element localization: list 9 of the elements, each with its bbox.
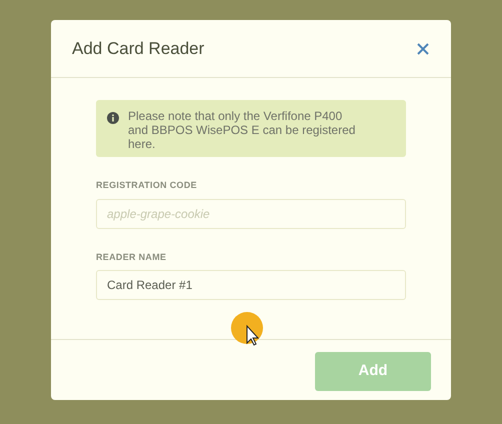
input-field[interactable]: Card Reader #1: [96, 270, 406, 300]
field-label: READER NAME: [96, 250, 168, 264]
field-label: REGISTRATION CODE: [96, 179, 198, 192]
dialog-title: Add Card Reader: [72, 38, 204, 60]
input-field[interactable]: apple-grape-cookie: [96, 198, 406, 228]
close-icon[interactable]: [416, 42, 430, 56]
cursor-icon: [231, 312, 263, 346]
info-icon: [107, 112, 119, 124]
notice-text: Please note that only the Verfifone P400 and BBPOS WisePOS E can be registered here.: [128, 109, 356, 151]
